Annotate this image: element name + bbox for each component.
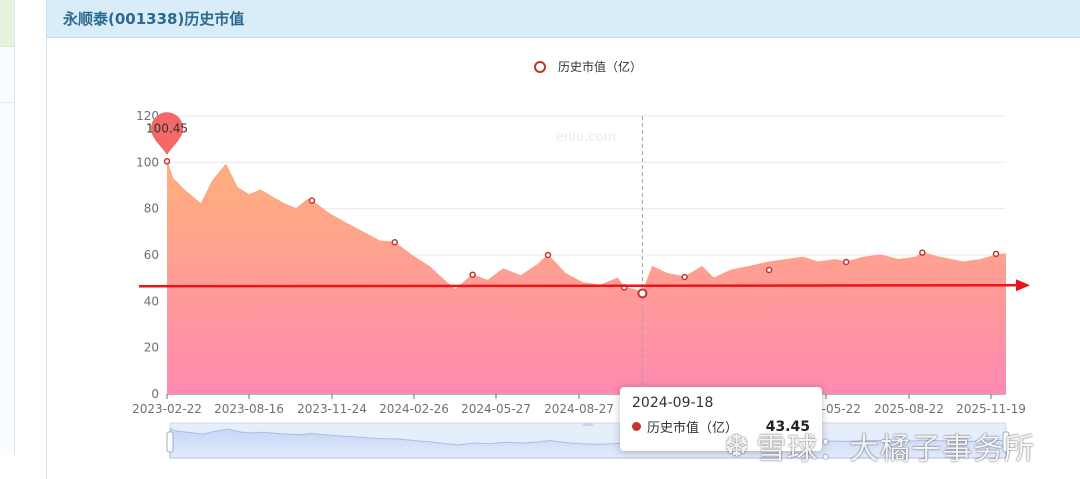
tooltip-date: 2024-09-18	[632, 395, 714, 411]
watermark-text: 雪球：大橘子事务所	[756, 432, 1036, 467]
series-point-marker	[544, 251, 552, 259]
xueqiu-watermark: ❆ 雪球：大橘子事务所	[724, 426, 1036, 468]
series-point-marker	[391, 239, 399, 246]
y-tick-label: 100	[136, 155, 159, 169]
max-value-label: 100.45	[146, 121, 188, 135]
legend-label: 历史市值（亿）	[558, 59, 642, 74]
series-point-marker	[919, 249, 926, 256]
snowball-logo-icon: ❆	[724, 428, 751, 464]
series-point-marker	[765, 266, 773, 274]
x-tick-label: 2023-11-24	[297, 402, 367, 416]
hovered-point-marker	[637, 288, 648, 299]
site-watermark: eniu.com	[556, 130, 616, 145]
chart-legend: 历史市值（亿）	[534, 59, 642, 74]
zoom-drag-grip[interactable]	[583, 423, 593, 426]
x-tick-label: 2025-11-19	[956, 402, 1026, 416]
y-tick-label: 20	[144, 341, 159, 355]
market-cap-chart: 历史市值（亿）020406080100120eniu.com2023-02-22…	[132, 59, 1030, 459]
series-point-marker	[308, 197, 316, 204]
reference-arrow-head-icon	[1016, 279, 1030, 292]
zoom-handle-left[interactable]	[166, 431, 174, 453]
series-point-marker	[842, 258, 850, 266]
x-tick-label: 2024-05-27	[461, 402, 531, 416]
x-tick-label: 2024-08-27	[544, 402, 614, 416]
y-tick-label: 40	[144, 294, 159, 308]
series-point-marker	[681, 273, 688, 281]
x-tick-label: 2025-08-22	[874, 402, 944, 416]
x-tick-label: 2023-02-22	[132, 402, 202, 416]
series-point-marker	[992, 250, 1000, 258]
tooltip-series-dot	[632, 422, 641, 431]
reference-arrow-line	[138, 284, 1019, 288]
y-tick-label: 0	[151, 387, 159, 401]
series-area	[167, 161, 1006, 394]
y-tick-label: 60	[144, 248, 159, 262]
x-tick-label: 2023-08-16	[214, 402, 284, 416]
x-tick-label: 2024-02-26	[379, 402, 449, 416]
legend-marker-icon	[534, 61, 546, 73]
series-point-marker	[163, 158, 171, 165]
y-tick-label: 80	[144, 202, 159, 216]
series-point-marker	[469, 271, 476, 278]
